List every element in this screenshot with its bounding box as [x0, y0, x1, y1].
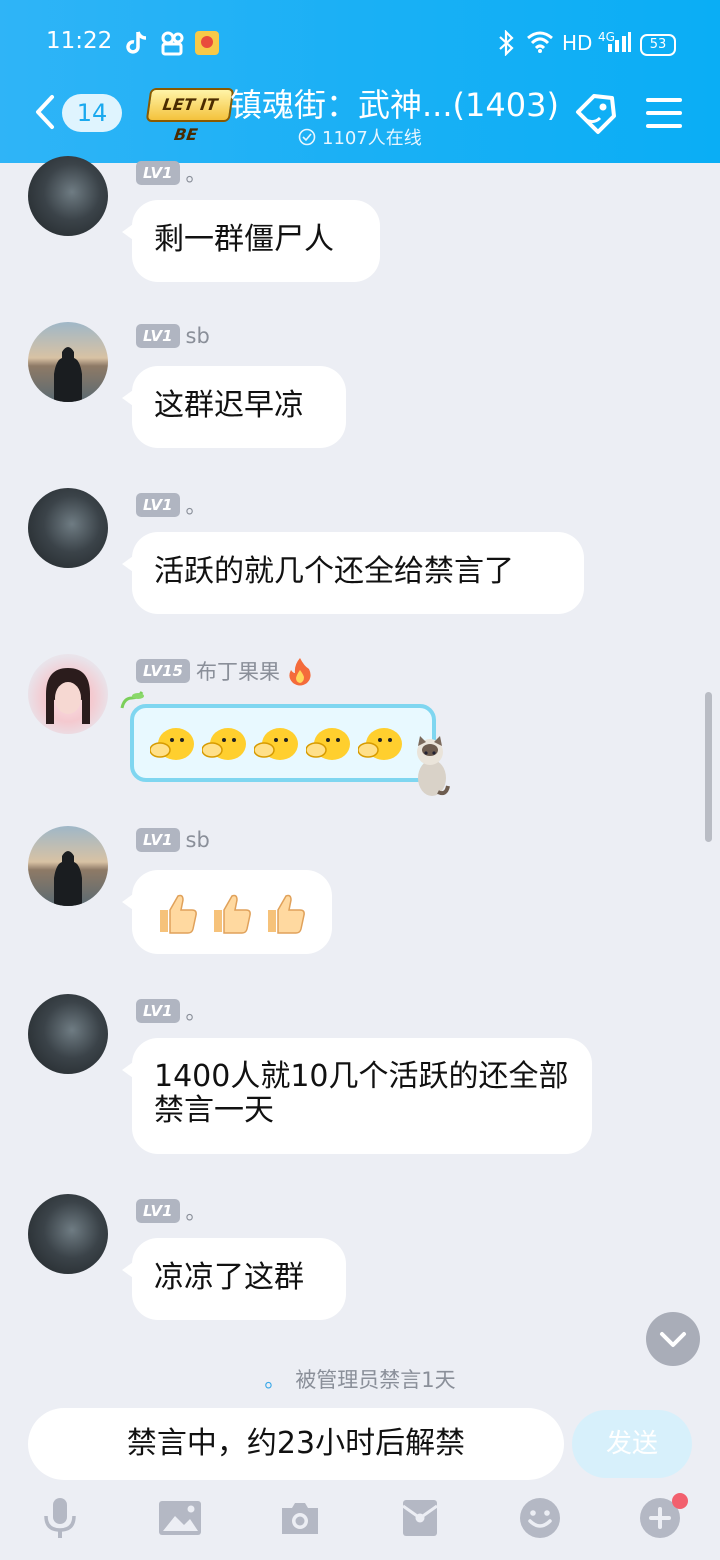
message-bubble[interactable]: 剩一群僵尸人: [122, 200, 380, 282]
duck-emoji-icon: [202, 728, 246, 760]
avatar[interactable]: [28, 826, 108, 906]
online-count: 1107人在线: [322, 128, 422, 149]
sender-meta: LV1 。: [136, 490, 207, 520]
thumbs-up-icon: [214, 894, 251, 934]
back-button[interactable]: 14: [28, 92, 128, 136]
sender-name[interactable]: sb: [186, 828, 210, 852]
notice-text: 被管理员禁言1天: [295, 1368, 456, 1392]
cat-sticker-icon: [417, 736, 450, 796]
sender-name[interactable]: 。: [186, 996, 207, 1026]
sender-meta: LV15 布丁果果: [136, 656, 314, 686]
avatar[interactable]: [28, 156, 108, 236]
bluetooth-icon: [499, 30, 514, 56]
sender-meta: LV1 sb: [136, 324, 210, 348]
check-circle-icon: [298, 128, 316, 146]
send-button[interactable]: 发送: [572, 1410, 692, 1478]
online-count-row[interactable]: 1107人在线: [298, 124, 422, 150]
fire-icon: [289, 658, 311, 686]
network-label: HD: [562, 31, 593, 55]
thumbs-up-icon: [160, 894, 197, 934]
avatar[interactable]: [28, 488, 108, 568]
battery-level: 53: [649, 37, 667, 52]
signal-icon: [608, 32, 631, 52]
camera-icon[interactable]: [278, 1496, 322, 1540]
app-notification-icon: [195, 31, 219, 55]
sender-meta: LV1 。: [136, 1196, 207, 1226]
status-time: 11:22: [46, 28, 113, 54]
sender-meta: LV1 sb: [136, 828, 210, 852]
wifi-icon: [527, 31, 553, 53]
message-bubble[interactable]: 这群迟早凉: [122, 366, 346, 448]
tag-icon[interactable]: [572, 90, 622, 138]
sender-meta: LV1 。: [136, 996, 207, 1026]
avatar-image: [54, 851, 82, 906]
avatar[interactable]: [28, 1194, 108, 1274]
level-badge: LV1: [136, 493, 180, 517]
emoji-icon[interactable]: [518, 1496, 562, 1540]
message-bubble[interactable]: [122, 870, 332, 954]
level-badge: LV1: [136, 828, 180, 852]
avatar-image: [46, 668, 90, 724]
microphone-icon[interactable]: [38, 1496, 82, 1540]
scroll-down-button[interactable]: [646, 1312, 700, 1366]
level-badge: LV15: [136, 659, 190, 683]
sender-meta: LV1 。: [136, 158, 207, 188]
system-notice: 。被管理员禁言1天: [0, 1364, 720, 1394]
sender-name[interactable]: 。: [186, 158, 207, 188]
message-bubble[interactable]: 凉凉了这群: [122, 1238, 346, 1320]
duck-emoji-icon: [306, 728, 350, 760]
tiktok-icon: [126, 31, 147, 54]
scroll-down-icon: [660, 1332, 686, 1347]
avatar[interactable]: [28, 994, 108, 1074]
avatar-image: [54, 347, 82, 402]
sender-name[interactable]: 。: [186, 490, 207, 520]
sender-name[interactable]: sb: [186, 324, 210, 348]
scrollbar[interactable]: [705, 692, 712, 842]
thumbs-up-icon: [268, 894, 305, 934]
kuaishou-icon: [161, 31, 184, 56]
message-bubble[interactable]: 1400人就10几个活跃的还全部禁言一天: [122, 1038, 592, 1154]
group-title[interactable]: 镇魂街：武神...(1403): [230, 80, 559, 126]
duck-emoji-icon: [254, 728, 298, 760]
muted-input-field[interactable]: 禁言中，约23小时后解禁: [28, 1408, 564, 1480]
duck-emoji-icon: [150, 728, 194, 760]
sticker-bubble[interactable]: [130, 704, 436, 782]
duck-emoji-icon: [358, 728, 402, 760]
sender-name[interactable]: 。: [186, 1196, 207, 1226]
image-icon[interactable]: [158, 1496, 202, 1540]
notice-name: 。: [264, 1368, 286, 1392]
group-logo: LET IT BE: [145, 88, 235, 144]
menu-icon[interactable]: [646, 96, 682, 130]
level-badge: LV1: [136, 1199, 180, 1223]
avatar[interactable]: [28, 322, 108, 402]
avatar[interactable]: [28, 654, 108, 734]
red-packet-icon[interactable]: [398, 1496, 442, 1540]
unread-count-badge: 14: [62, 94, 122, 132]
bottom-toolbar: [0, 1490, 720, 1560]
back-icon: [36, 95, 54, 129]
notification-dot: [672, 1493, 688, 1509]
level-badge: LV1: [136, 999, 180, 1023]
message-bubble[interactable]: 活跃的就几个还全给禁言了: [122, 532, 584, 614]
battery-icon: 53: [640, 34, 676, 56]
level-badge: LV1: [136, 161, 180, 185]
level-badge: LV1: [136, 324, 180, 348]
sender-name[interactable]: 布丁果果: [196, 656, 280, 686]
chat-header: 11:22 HD 4G 53 14 LET IT BE 镇魂街：武神...(14…: [0, 0, 720, 163]
